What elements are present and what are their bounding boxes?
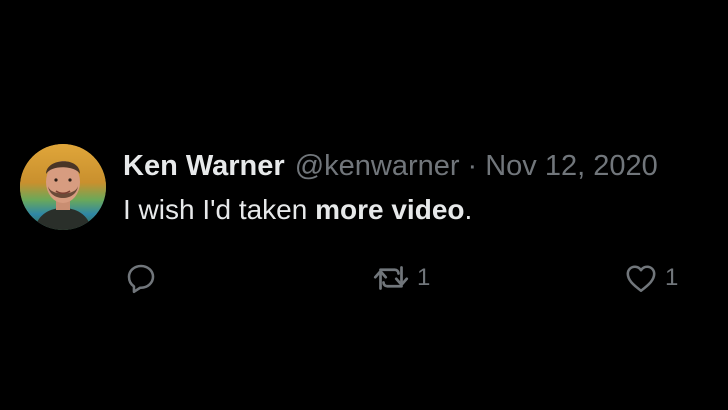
avatar[interactable] [20, 144, 106, 230]
retweet-count: 1 [417, 264, 431, 291]
tweet-content: Ken Warner @kenwarner · Nov 12, 2020 I w… [123, 146, 723, 228]
tweet-date[interactable]: Nov 12, 2020 [485, 146, 658, 186]
heart-icon [626, 265, 656, 293]
avatar-image [20, 144, 106, 230]
tweet-text-end: . [464, 194, 473, 225]
like-button[interactable]: 1 [623, 260, 678, 296]
tweet-text-plain: I wish I'd taken [123, 194, 316, 225]
author-handle[interactable]: @kenwarner [295, 146, 460, 186]
tweet-header: Ken Warner @kenwarner · Nov 12, 2020 [123, 146, 723, 186]
screen: Ken Warner @kenwarner · Nov 12, 2020 I w… [0, 0, 728, 410]
tweet-actions: 1 1 [123, 260, 693, 300]
like-count: 1 [665, 264, 679, 291]
reply-icon [127, 264, 155, 294]
tweet-text: I wish I'd taken more video. [123, 192, 723, 228]
separator-dot: · [467, 150, 478, 182]
reply-button[interactable] [123, 260, 159, 296]
retweet-icon [373, 266, 409, 290]
retweet-button[interactable]: 1 [371, 260, 430, 296]
author-display-name[interactable]: Ken Warner [123, 146, 285, 186]
tweet-text-bold: more video [315, 194, 465, 225]
